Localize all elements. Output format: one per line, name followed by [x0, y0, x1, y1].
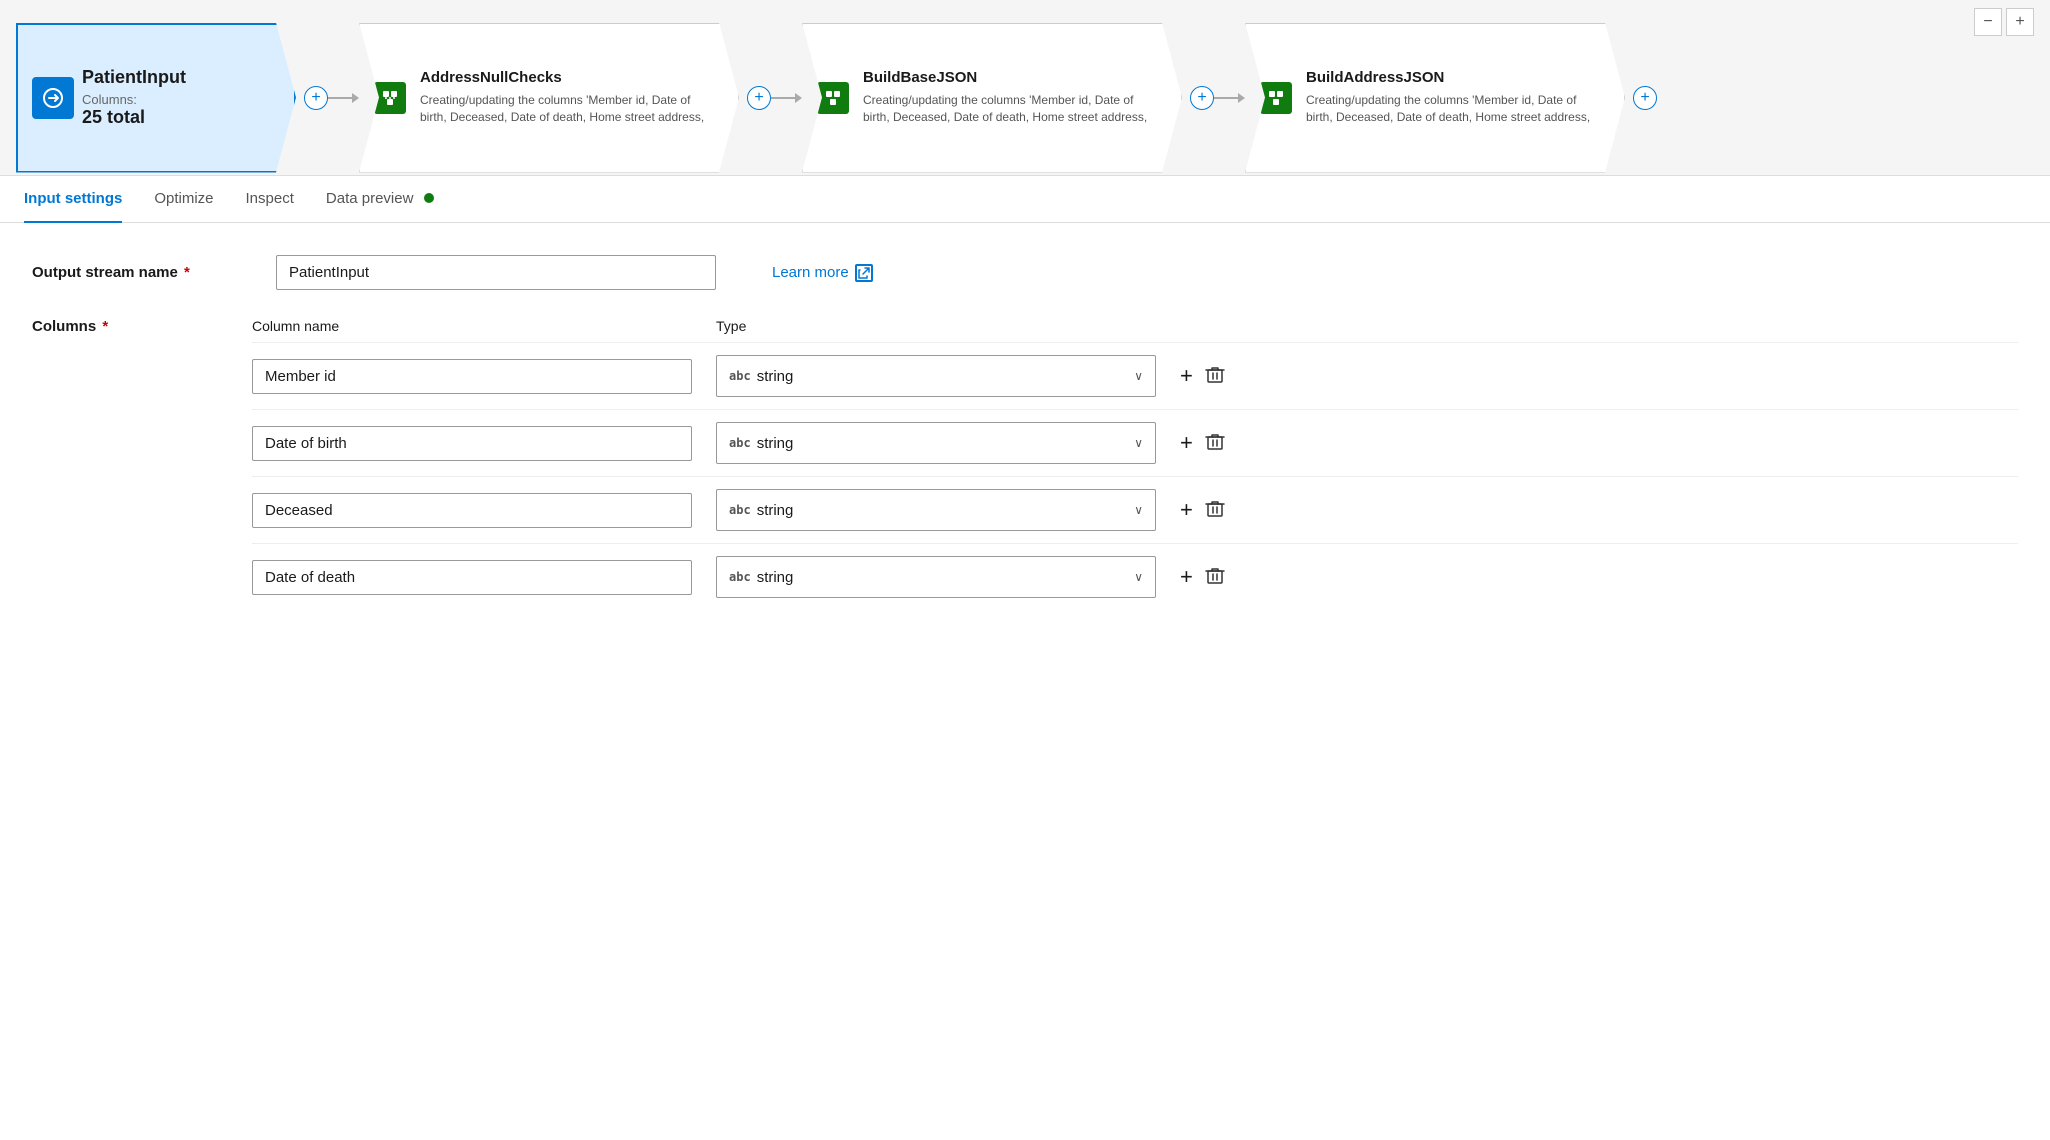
learn-more-link[interactable]: Learn more: [772, 264, 873, 282]
pipeline-card-address-null[interactable]: AddressNullChecks Creating/updating the …: [359, 23, 739, 173]
add-node-after-patient-input[interactable]: +: [304, 86, 328, 110]
col-type-select-deceased[interactable]: abc string ∨: [716, 489, 1156, 531]
add-column-after-deceased[interactable]: +: [1180, 499, 1193, 521]
external-link-icon: [855, 264, 873, 282]
add-node-after-address-null[interactable]: +: [747, 86, 771, 110]
type-text-member-id: string: [757, 368, 1135, 385]
green-icon-2: [817, 82, 849, 114]
column-row-date-of-death: abc string ∨ +: [252, 543, 2018, 598]
add-node-after-build-address[interactable]: +: [1633, 86, 1657, 110]
tab-optimize[interactable]: Optimize: [154, 176, 213, 223]
pipeline-zoom-controls: − +: [1974, 8, 2034, 36]
col-type-select-date-of-death[interactable]: abc string ∨: [716, 556, 1156, 598]
pipeline-card-build-base[interactable]: BuildBaseJSON Creating/updating the colu…: [802, 23, 1182, 173]
column-row-date-of-birth: abc string ∨ +: [252, 409, 2018, 464]
col-actions-dod: +: [1180, 566, 1225, 589]
type-prefix-dob: abc: [729, 436, 751, 450]
tabs-bar: Input settings Optimize Inspect Data pre…: [0, 176, 2050, 223]
pipeline-node-patient-input[interactable]: PatientInput Columns: 25 total +: [16, 23, 328, 173]
col-header-type: Type: [716, 318, 1156, 334]
delete-column-dob[interactable]: [1205, 432, 1225, 455]
node-title: PatientInput: [82, 67, 274, 88]
required-star-2: *: [98, 318, 108, 335]
add-node-after-build-base[interactable]: +: [1190, 86, 1214, 110]
delete-column-dod[interactable]: [1205, 566, 1225, 589]
learn-more-text: Learn more: [772, 264, 849, 281]
node-value: 25 total: [82, 107, 274, 128]
output-stream-name-label: Output stream name *: [32, 264, 252, 281]
chevron-down-deceased: ∨: [1134, 503, 1143, 517]
column-row-deceased: abc string ∨ +: [252, 476, 2018, 531]
col-name-input-date-of-birth[interactable]: [252, 426, 692, 461]
node-3-desc: Creating/updating the columns 'Member id…: [863, 92, 1161, 126]
add-column-after-member-id[interactable]: +: [1180, 365, 1193, 387]
required-star-1: *: [180, 264, 190, 281]
col-type-select-member-id[interactable]: abc string ∨: [716, 355, 1156, 397]
col-name-input-deceased[interactable]: [252, 493, 692, 528]
output-stream-name-input[interactable]: [276, 255, 716, 290]
tab-inspect[interactable]: Inspect: [246, 176, 294, 223]
node-4-desc: Creating/updating the columns 'Member id…: [1306, 92, 1604, 126]
data-preview-dot: [424, 193, 434, 203]
chevron-down-dod: ∨: [1134, 570, 1143, 584]
type-text-dod: string: [757, 569, 1135, 586]
type-text-deceased: string: [757, 502, 1135, 519]
type-text-dob: string: [757, 435, 1135, 452]
col-actions-dob: +: [1180, 432, 1225, 455]
pipeline-node-address-null[interactable]: AddressNullChecks Creating/updating the …: [359, 23, 771, 173]
node-2-title: AddressNullChecks: [420, 69, 718, 86]
zoom-in-button[interactable]: +: [2006, 8, 2034, 36]
pipeline-node-build-address[interactable]: BuildAddressJSON Creating/updating the c…: [1245, 23, 1657, 173]
col-actions-member-id: +: [1180, 365, 1225, 388]
type-prefix-deceased: abc: [729, 503, 751, 517]
node-4-title: BuildAddressJSON: [1306, 69, 1604, 86]
columns-section: Columns * Column name Type abc string ∨: [32, 318, 2018, 610]
columns-header-row: Columns * Column name Type abc string ∨: [32, 318, 2018, 610]
node-2-desc: Creating/updating the columns 'Member id…: [420, 92, 718, 126]
chevron-down-member-id: ∨: [1134, 369, 1143, 383]
connector-3: [1214, 93, 1245, 103]
chevron-down-dob: ∨: [1134, 436, 1143, 450]
delete-column-deceased[interactable]: [1205, 499, 1225, 522]
add-column-after-dod[interactable]: +: [1180, 566, 1193, 588]
pipeline-card-patient-input[interactable]: PatientInput Columns: 25 total: [16, 23, 296, 173]
column-row-member-id: abc string ∨ +: [252, 342, 2018, 397]
columns-table-header: Column name Type: [252, 318, 2018, 334]
output-stream-name-row: Output stream name * Learn more: [32, 255, 2018, 290]
pipeline-card-build-address[interactable]: BuildAddressJSON Creating/updating the c…: [1245, 23, 1625, 173]
tab-data-preview[interactable]: Data preview: [326, 176, 434, 223]
pipeline-area: PatientInput Columns: 25 total +: [0, 0, 2050, 175]
pipeline-header: PatientInput Columns: 25 total +: [0, 0, 2050, 176]
col-name-input-member-id[interactable]: [252, 359, 692, 394]
pipeline-icon-input: [32, 77, 74, 119]
connector-2: [771, 93, 802, 103]
col-actions-deceased: +: [1180, 499, 1225, 522]
type-prefix-member-id: abc: [729, 369, 751, 383]
columns-label: Columns *: [32, 318, 252, 335]
green-icon-3: [1260, 82, 1292, 114]
col-name-input-date-of-death[interactable]: [252, 560, 692, 595]
type-prefix-dod: abc: [729, 570, 751, 584]
col-type-select-date-of-birth[interactable]: abc string ∨: [716, 422, 1156, 464]
add-column-after-dob[interactable]: +: [1180, 432, 1193, 454]
pipeline-node-build-base[interactable]: BuildBaseJSON Creating/updating the colu…: [802, 23, 1214, 173]
delete-column-member-id[interactable]: [1205, 365, 1225, 388]
col-header-name: Column name: [252, 318, 692, 334]
node-3-title: BuildBaseJSON: [863, 69, 1161, 86]
main-content: Output stream name * Learn more Columns …: [0, 223, 2050, 654]
node-subtitle: Columns:: [82, 92, 274, 107]
tab-input-settings[interactable]: Input settings: [24, 176, 122, 223]
zoom-out-button[interactable]: −: [1974, 8, 2002, 36]
connector-1: [328, 93, 359, 103]
green-icon-1: [374, 82, 406, 114]
